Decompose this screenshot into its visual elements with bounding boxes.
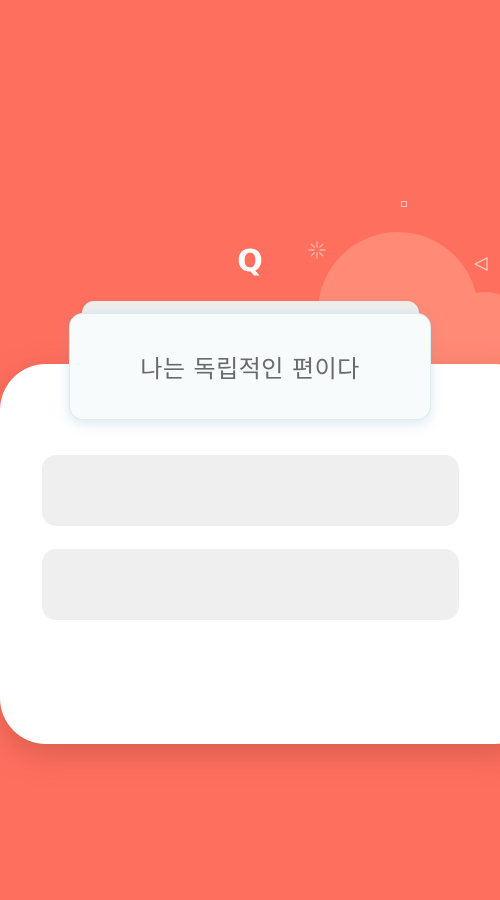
question-marker: Q xyxy=(237,244,263,279)
test-screen: Q 나는 독립적인 편이다 xyxy=(0,0,500,900)
square-icon xyxy=(401,201,407,207)
question-card: 나는 독립적인 편이다 xyxy=(69,313,431,420)
triangle-icon xyxy=(474,257,488,271)
answer-option-2-button[interactable] xyxy=(42,549,459,620)
answer-option-1-button[interactable] xyxy=(42,455,459,526)
sparkle-icon xyxy=(308,241,326,259)
question-text: 나는 독립적인 편이다 xyxy=(140,355,360,383)
